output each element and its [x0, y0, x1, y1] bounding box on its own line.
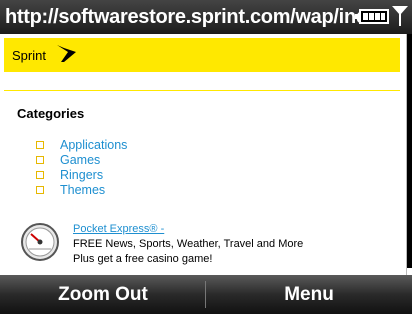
category-link-ringers[interactable]: Ringers	[60, 168, 103, 182]
sprint-brand-bar: Sprint	[4, 38, 400, 72]
bullet-icon	[36, 186, 44, 194]
scrollbar-thumb[interactable]	[407, 34, 412, 268]
bullet-icon	[36, 156, 44, 164]
softkey-bar: Zoom Out Menu	[0, 275, 412, 314]
page-content: Sprint Categories Applications Games Rin…	[0, 34, 406, 275]
speedometer-icon[interactable]	[20, 222, 60, 262]
category-link-themes[interactable]: Themes	[60, 183, 105, 197]
categories-heading: Categories	[17, 106, 85, 121]
zoom-out-softkey[interactable]: Zoom Out	[0, 275, 206, 314]
promo-line: FREE News, Sports, Weather, Travel and M…	[73, 238, 304, 250]
sprint-logo-icon	[57, 45, 76, 62]
menu-softkey[interactable]: Menu	[206, 275, 412, 314]
pocket-express-link[interactable]: Pocket Express® -	[73, 223, 164, 235]
title-bar: http://softwarestore.sprint.com/wap/ind	[0, 0, 412, 34]
antenna-signal-icon	[392, 6, 408, 26]
category-link-games[interactable]: Games	[60, 153, 100, 167]
promo-text: Pocket Express® - FREE News, Sports, Wea…	[73, 222, 303, 267]
url-text: http://softwarestore.sprint.com/wap/ind	[5, 6, 363, 28]
sprint-logo-text: Sprint	[12, 48, 46, 63]
battery-icon	[355, 9, 389, 24]
bullet-icon	[36, 141, 44, 149]
vertical-scrollbar[interactable]	[406, 34, 412, 275]
promo-line: Plus get a free casino game!	[73, 253, 213, 265]
category-link-applications[interactable]: Applications	[60, 138, 127, 152]
divider	[4, 90, 400, 91]
bullet-icon	[36, 171, 44, 179]
